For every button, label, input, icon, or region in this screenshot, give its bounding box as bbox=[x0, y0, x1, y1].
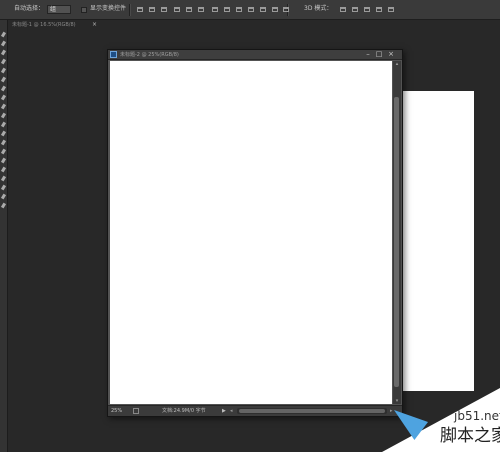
align-vcenter-icon[interactable] bbox=[147, 5, 156, 14]
slide-3d-icon[interactable] bbox=[374, 5, 383, 14]
eyedropper-tool-icon[interactable] bbox=[0, 75, 7, 84]
zoom-level[interactable]: 25% bbox=[111, 408, 122, 415]
hand-tool-icon[interactable] bbox=[0, 192, 7, 201]
align-bottom-icon[interactable] bbox=[159, 5, 168, 14]
history-brush-icon[interactable] bbox=[0, 111, 7, 120]
dodge-tool-icon[interactable] bbox=[0, 147, 7, 156]
document-window-title: 未标题-2 @ 25%(RGB/8) bbox=[120, 52, 179, 58]
watermark-site: jb51.net bbox=[454, 409, 500, 423]
watermark: jb51.net 脚本之家 bbox=[382, 388, 500, 452]
status-menu-icon[interactable]: ▶ bbox=[222, 407, 226, 415]
drag-3d-icon[interactable] bbox=[362, 5, 371, 14]
document-window-titlebar[interactable]: 未标题-2 @ 25%(RGB/8) – □ × bbox=[108, 50, 402, 60]
status-bar: 25% 文档:24.9M/0 字节 ▶ ◂ ▸ bbox=[108, 405, 402, 416]
distribute-left-icon[interactable] bbox=[246, 5, 255, 14]
scale-3d-icon[interactable] bbox=[386, 5, 395, 14]
auto-align-icon[interactable] bbox=[281, 5, 290, 14]
pen-tool-icon[interactable] bbox=[0, 156, 7, 165]
minimize-button[interactable]: – bbox=[363, 50, 373, 59]
show-transform-label: 显示变换控件 bbox=[90, 5, 127, 12]
scroll-up-icon[interactable]: ▴ bbox=[393, 61, 401, 67]
document-canvas[interactable] bbox=[110, 61, 392, 404]
move-tool-icon[interactable] bbox=[0, 30, 7, 39]
vertical-scroll-thumb[interactable] bbox=[394, 97, 399, 387]
shape-tool-icon[interactable] bbox=[0, 183, 7, 192]
document-tab-close-icon[interactable]: × bbox=[92, 21, 97, 29]
mode-3d-label: 3D 模式： bbox=[304, 5, 333, 12]
lasso-tool-icon[interactable] bbox=[0, 48, 7, 57]
close-button[interactable]: × bbox=[386, 50, 396, 59]
document-info: 文档:24.9M/0 字节 bbox=[162, 408, 206, 414]
scroll-left-icon[interactable]: ◂ bbox=[230, 407, 233, 415]
align-right-icon[interactable] bbox=[196, 5, 205, 14]
export-icon[interactable] bbox=[133, 408, 139, 414]
photoshop-logo-icon bbox=[110, 51, 117, 58]
crop-tool-icon[interactable] bbox=[0, 66, 7, 75]
distribute-hcenter-icon[interactable] bbox=[258, 5, 267, 14]
eraser-tool-icon[interactable] bbox=[0, 120, 7, 129]
options-bar: 自动选择： 组 显示变换控件 3D 模式： bbox=[0, 0, 500, 20]
zoom-tool-icon[interactable] bbox=[0, 201, 7, 210]
document-tab-title: 未标题-1 @ 16.5%(RGB/8) bbox=[12, 22, 76, 28]
align-left-icon[interactable] bbox=[172, 5, 181, 14]
distribute-vcenter-icon[interactable] bbox=[222, 5, 231, 14]
auto-select-label: 自动选择： bbox=[14, 5, 45, 12]
vertical-scrollbar[interactable]: ▴ ▾ bbox=[393, 61, 401, 404]
rotate-3d-icon[interactable] bbox=[338, 5, 347, 14]
align-top-icon[interactable] bbox=[135, 5, 144, 14]
marquee-tool-icon[interactable] bbox=[0, 39, 7, 48]
distribute-bottom-icon[interactable] bbox=[234, 5, 243, 14]
show-transform-checkbox[interactable] bbox=[81, 7, 87, 13]
tools-panel bbox=[0, 20, 8, 452]
type-tool-icon[interactable] bbox=[0, 165, 7, 174]
maximize-button[interactable]: □ bbox=[374, 50, 384, 59]
distribute-right-icon[interactable] bbox=[270, 5, 279, 14]
horizontal-scroll-thumb[interactable] bbox=[239, 409, 385, 413]
options-separator bbox=[129, 4, 131, 16]
clone-stamp-icon[interactable] bbox=[0, 102, 7, 111]
healing-brush-icon[interactable] bbox=[0, 84, 7, 93]
align-hcenter-icon[interactable] bbox=[184, 5, 193, 14]
gradient-tool-icon[interactable] bbox=[0, 129, 7, 138]
brush-tool-icon[interactable] bbox=[0, 93, 7, 102]
roll-3d-icon[interactable] bbox=[350, 5, 359, 14]
quick-select-tool-icon[interactable] bbox=[0, 57, 7, 66]
document-window[interactable]: 未标题-2 @ 25%(RGB/8) – □ × ▴ ▾ 25% 文档:24.9… bbox=[107, 49, 403, 417]
horizontal-scrollbar[interactable] bbox=[237, 408, 387, 414]
watermark-brand: 脚本之家 bbox=[440, 426, 500, 446]
background-document-canvas[interactable] bbox=[396, 91, 474, 391]
distribute-top-icon[interactable] bbox=[210, 5, 219, 14]
auto-select-dropdown[interactable]: 组 bbox=[47, 5, 71, 14]
path-select-icon[interactable] bbox=[0, 174, 7, 183]
document-tab[interactable]: 未标题-1 @ 16.5%(RGB/8) × bbox=[8, 20, 108, 30]
blur-tool-icon[interactable] bbox=[0, 138, 7, 147]
